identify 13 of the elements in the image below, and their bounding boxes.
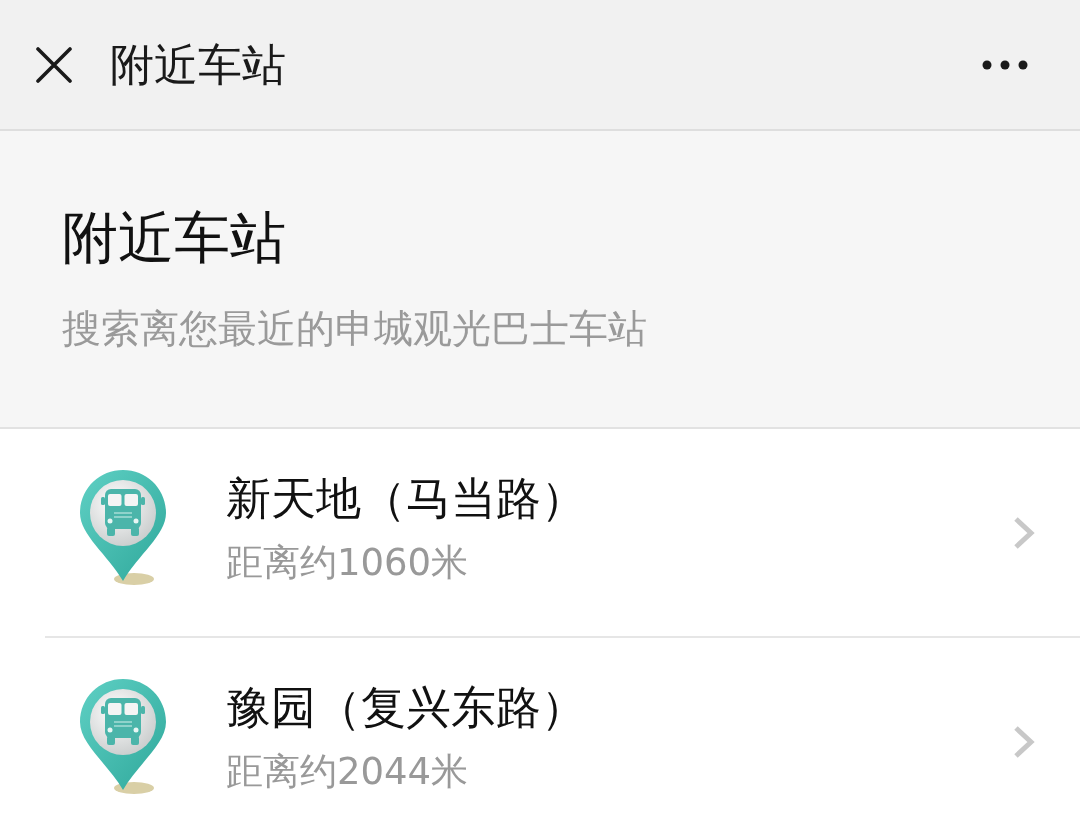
bus-stop-pin-icon — [78, 678, 168, 796]
chevron-icon — [1013, 516, 1035, 550]
more-icon[interactable] — [982, 59, 1028, 70]
chevron-icon — [1013, 725, 1035, 759]
bus-stop-pin-icon — [78, 469, 168, 587]
header-subtitle: 搜索离您最近的申城观光巴士车站 — [62, 305, 647, 353]
station-name: 豫园（复兴东路） — [226, 680, 586, 736]
station-distance: 距离约1060米 — [226, 540, 469, 586]
station-distance: 距离约2044米 — [226, 749, 469, 795]
close-icon[interactable] — [36, 46, 72, 83]
top-bar-title: 附近车站 — [110, 37, 286, 92]
header-title: 附近车站 — [62, 204, 286, 272]
station-name: 新天地（马当路） — [226, 471, 586, 527]
